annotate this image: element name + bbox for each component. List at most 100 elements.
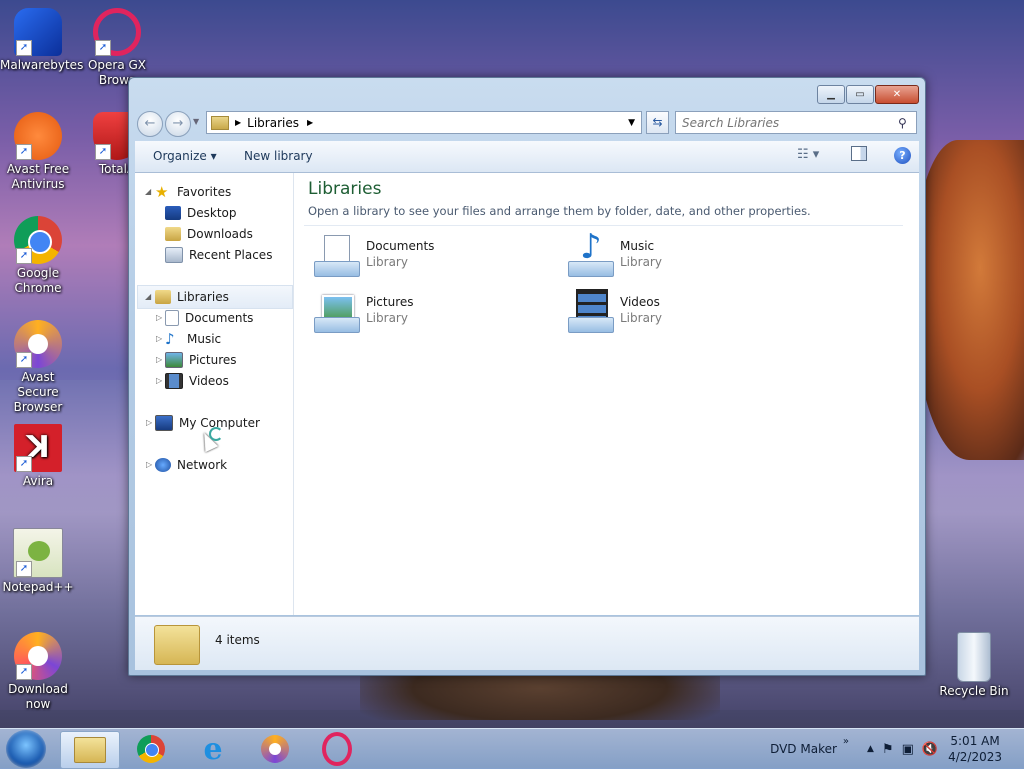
expand-arrow-icon[interactable]: ▷ bbox=[156, 376, 162, 385]
documents-icon bbox=[165, 310, 179, 326]
desktop-icon-avira[interactable]: ꓘ ➚ Avira bbox=[0, 424, 76, 489]
desktop-icon-label: Recycle Bin bbox=[939, 684, 1009, 698]
nav-videos[interactable]: Videos bbox=[165, 372, 229, 390]
desktop-icon-notepadpp[interactable]: ➚ Notepad++ bbox=[0, 528, 76, 595]
breadcrumb-libraries[interactable]: Libraries bbox=[247, 116, 299, 130]
library-type: Library bbox=[620, 255, 662, 269]
search-input[interactable] bbox=[676, 114, 898, 131]
desktop-icon-malwarebytes[interactable]: ➚ Malwarebytes bbox=[0, 8, 83, 73]
music-library-icon: ♪ bbox=[566, 227, 614, 279]
network-status-icon[interactable]: ▣ bbox=[902, 742, 914, 757]
library-pictures[interactable]: Pictures Library bbox=[312, 289, 414, 335]
internet-explorer-icon: e bbox=[203, 731, 223, 767]
library-videos[interactable]: Videos Library bbox=[566, 289, 662, 335]
desktop-icon-avast-free[interactable]: ➚ Avast Free Antivirus bbox=[0, 112, 76, 192]
search-box[interactable]: ⚲ bbox=[675, 111, 917, 134]
search-icon[interactable]: ⚲ bbox=[898, 116, 916, 130]
nav-recent-places[interactable]: Recent Places bbox=[165, 246, 272, 264]
opera-icon bbox=[322, 732, 352, 766]
desktop-icon-chrome[interactable]: ➚ Google Chrome bbox=[0, 216, 76, 296]
nav-label: Libraries bbox=[177, 290, 229, 304]
help-icon[interactable]: ? bbox=[894, 147, 911, 164]
nav-libraries[interactable]: Libraries bbox=[155, 288, 229, 306]
taskbar-avast-browser[interactable] bbox=[246, 731, 304, 767]
taskbar-chrome[interactable] bbox=[122, 731, 180, 767]
breadcrumb-arrow-icon[interactable]: ▶ bbox=[235, 118, 241, 127]
desktop-wallpaper-rocks bbox=[914, 140, 1024, 460]
page-subtitle: Open a library to see your files and arr… bbox=[308, 204, 811, 218]
taskbar-explorer[interactable] bbox=[60, 731, 120, 769]
change-view-icon[interactable]: ☷ ▾ bbox=[797, 147, 819, 162]
expand-arrow-icon[interactable]: ▷ bbox=[156, 334, 162, 343]
nav-label: Recent Places bbox=[189, 248, 273, 262]
back-button[interactable]: ← bbox=[137, 111, 163, 137]
taskbar-internet-explorer[interactable]: e bbox=[184, 731, 242, 767]
toolbar-overflow-icon[interactable]: » bbox=[843, 736, 849, 747]
library-music[interactable]: ♪ Music Library bbox=[566, 227, 662, 279]
clock[interactable]: 5:01 AM 4/2/2023 bbox=[948, 733, 1002, 765]
action-center-flag-icon[interactable]: ⚑ bbox=[882, 742, 894, 757]
expand-arrow-icon[interactable]: ▷ bbox=[156, 313, 162, 322]
clock-date: 4/2/2023 bbox=[948, 750, 1002, 764]
volume-muted-icon[interactable]: 🔇 bbox=[922, 742, 938, 757]
expand-arrow-icon[interactable]: ▷ bbox=[156, 355, 162, 364]
avast-icon: ➚ bbox=[14, 112, 62, 160]
nav-music[interactable]: ♪ Music bbox=[165, 330, 221, 348]
network-icon bbox=[155, 458, 171, 472]
nav-label: Favorites bbox=[177, 185, 232, 199]
maximize-button[interactable]: ▭ bbox=[846, 85, 874, 104]
content-pane: Libraries Open a library to see your fil… bbox=[294, 173, 919, 615]
nav-pictures[interactable]: Pictures bbox=[165, 351, 237, 369]
start-button[interactable] bbox=[6, 730, 46, 768]
taskbar: e DVD Maker » ▲ ⚑ ▣ 🔇 5:01 AM 4/2/2023 bbox=[0, 728, 1024, 769]
expand-arrow-icon[interactable]: ▷ bbox=[146, 460, 152, 469]
videos-library-icon bbox=[566, 289, 614, 335]
organize-button[interactable]: Organize ▾ bbox=[153, 149, 217, 163]
nav-desktop[interactable]: Desktop bbox=[165, 204, 237, 222]
forward-button[interactable]: → bbox=[165, 111, 191, 137]
desktop-icon-opera-gx[interactable]: ➚ Opera GX Brows bbox=[79, 8, 155, 88]
new-library-button[interactable]: New library bbox=[244, 149, 313, 163]
desktop-icon-label: Google Chrome bbox=[14, 266, 62, 295]
documents-library-icon bbox=[312, 233, 360, 279]
desktop-icon-avast-secure-browser[interactable]: ➚ Avast Secure Browser bbox=[0, 320, 76, 415]
address-dropdown-icon[interactable]: ▼ bbox=[628, 118, 635, 128]
navigation-bar: ← → ▼ ▶ Libraries ▶ ▼ ⇆ ⚲ bbox=[135, 109, 919, 137]
collapse-arrow-icon[interactable]: ◢ bbox=[145, 187, 151, 196]
film-strip-icon bbox=[165, 373, 183, 389]
explorer-icon bbox=[74, 737, 106, 763]
navigation-pane: ◢ ★ Favorites Desktop Downloads Recent P… bbox=[135, 173, 294, 615]
minimize-button[interactable]: ▁ bbox=[817, 85, 845, 104]
nav-documents[interactable]: Documents bbox=[165, 309, 253, 327]
collapse-arrow-icon[interactable]: ◢ bbox=[145, 292, 151, 301]
close-button[interactable]: ✕ bbox=[875, 85, 919, 104]
taskbar-opera[interactable] bbox=[308, 731, 366, 767]
recent-places-icon bbox=[165, 247, 183, 263]
dvd-maker-label[interactable]: DVD Maker bbox=[770, 742, 837, 756]
recent-pages-chevron-icon[interactable]: ▼ bbox=[193, 117, 199, 126]
refresh-button[interactable]: ⇆ bbox=[646, 111, 669, 134]
desktop-icon-recycle-bin[interactable]: Recycle Bin bbox=[936, 632, 1012, 699]
nav-my-computer[interactable]: My Computer bbox=[155, 414, 260, 432]
nav-label: Pictures bbox=[189, 353, 237, 367]
nav-network[interactable]: Network bbox=[155, 456, 227, 474]
desktop-icon-label: Download now bbox=[8, 682, 68, 711]
libraries-icon bbox=[155, 290, 171, 304]
address-bar[interactable]: ▶ Libraries ▶ ▼ bbox=[206, 111, 642, 134]
library-documents[interactable]: Documents Library bbox=[312, 233, 434, 279]
preview-pane-icon[interactable] bbox=[851, 146, 867, 161]
divider bbox=[304, 225, 903, 226]
show-hidden-icons-button[interactable]: ▲ bbox=[867, 744, 874, 754]
opera-gx-icon: ➚ bbox=[93, 8, 141, 56]
download-now-icon: ➚ bbox=[14, 632, 62, 680]
breadcrumb-arrow-icon[interactable]: ▶ bbox=[307, 118, 313, 127]
nav-downloads[interactable]: Downloads bbox=[165, 225, 253, 243]
music-note-icon: ♪ bbox=[165, 330, 175, 348]
nav-label: Desktop bbox=[187, 206, 237, 220]
desktop-icon-download-now[interactable]: ➚ Download now bbox=[0, 632, 76, 712]
nav-favorites[interactable]: ★ Favorites bbox=[155, 183, 231, 201]
explorer-window[interactable]: ▁ ▭ ✕ ← → ▼ ▶ Libraries ▶ ▼ ⇆ ⚲ Organize… bbox=[128, 77, 926, 676]
library-type: Library bbox=[366, 311, 408, 325]
library-name: Music bbox=[620, 239, 655, 253]
expand-arrow-icon[interactable]: ▷ bbox=[146, 418, 152, 427]
